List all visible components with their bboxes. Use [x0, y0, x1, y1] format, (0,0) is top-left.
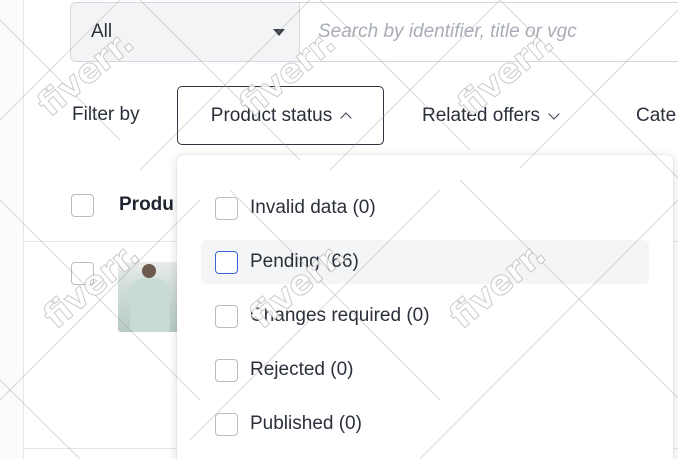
status-option-label: Rejected (0): [250, 359, 354, 380]
checkbox[interactable]: [215, 358, 238, 382]
category-filter-button[interactable]: Cate: [636, 86, 676, 145]
status-option-label: Changes required (0): [250, 305, 430, 326]
status-option-label: Invalid data (0): [250, 197, 376, 218]
product-status-dropdown: Invalid data (0) Pending (66) Changes re…: [177, 155, 673, 459]
chevron-up-icon: [340, 111, 352, 124]
checkbox[interactable]: [215, 250, 238, 274]
product-status-filter-label: Product status: [210, 104, 333, 126]
status-option-pending[interactable]: Pending (66): [201, 240, 649, 284]
select-all-checkbox[interactable]: [71, 194, 94, 217]
checkbox[interactable]: [215, 304, 238, 328]
checkbox[interactable]: [215, 196, 238, 220]
product-column-header: Produ: [119, 194, 174, 215]
status-option-label: Pending (66): [250, 251, 359, 272]
status-option-invalid-data[interactable]: Invalid data (0): [201, 186, 649, 230]
product-status-filter-button[interactable]: Product status: [177, 86, 384, 145]
row-checkbox[interactable]: [71, 262, 94, 285]
scope-select[interactable]: All: [71, 3, 300, 61]
caret-down-icon: [273, 28, 285, 36]
status-option-changes-required[interactable]: Changes required (0): [201, 294, 649, 338]
left-gutter: [0, 0, 24, 459]
status-option-published[interactable]: Published (0): [201, 402, 649, 446]
scope-select-value: All: [91, 21, 113, 42]
search-bar: All: [70, 2, 678, 62]
filter-by-label: Filter by: [72, 104, 140, 125]
chevron-down-icon: [548, 107, 560, 120]
checkbox[interactable]: [215, 412, 238, 436]
search-input[interactable]: [300, 3, 678, 61]
related-offers-filter-label: Related offers: [422, 104, 540, 126]
status-option-label: Published (0): [250, 413, 362, 434]
status-option-rejected[interactable]: Rejected (0): [201, 348, 649, 392]
related-offers-filter-button[interactable]: Related offers: [422, 86, 560, 145]
product-thumbnail[interactable]: [118, 262, 180, 332]
category-filter-label: Cate: [636, 104, 677, 126]
product-listing-page: All Filter by Product status Related off…: [0, 0, 678, 459]
